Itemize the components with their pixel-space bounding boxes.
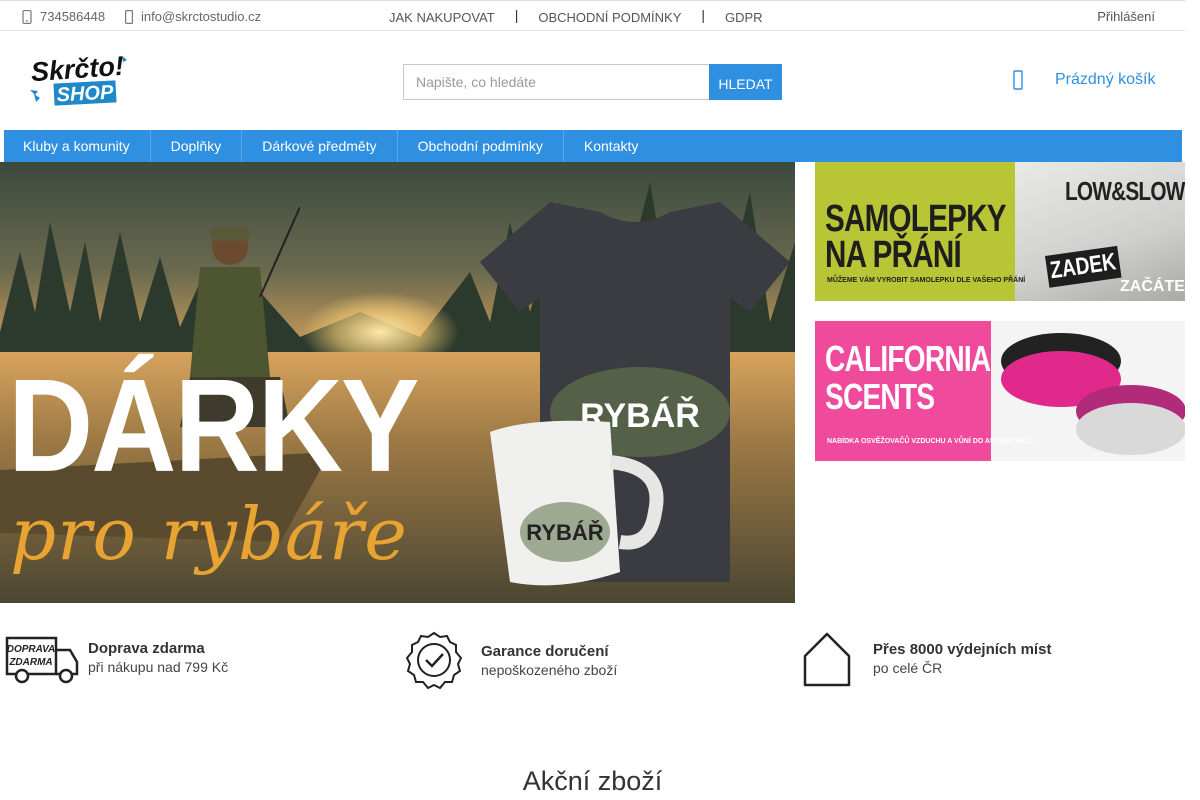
nav-item-gifts[interactable]: Dárkové předměty xyxy=(242,130,398,162)
feature-pickup-points: Přes 8000 výdejních míst po celé ČR xyxy=(799,630,1051,688)
email-icon xyxy=(125,9,133,24)
feature-subtitle: při nákupu nad 799 Kč xyxy=(88,659,229,675)
nav-item-accessories[interactable]: Doplňky xyxy=(151,130,243,162)
feature-title: Garance doručení xyxy=(481,643,609,660)
top-link-how-to-buy[interactable]: JAK NAKUPOVAT xyxy=(389,10,495,25)
cart-label: Prázdný košík xyxy=(1055,71,1156,88)
feature-subtitle: nepoškozeného zboží xyxy=(481,662,618,678)
page: 734586448 info@skrctostudio.cz JAK NAKUP… xyxy=(0,0,1185,800)
email-contact[interactable]: info@skrctostudio.cz xyxy=(125,9,261,24)
banner-note: NABÍDKA OSVĚŽOVAČŮ VZDUCHU A VŮNÍ DO AUT… xyxy=(827,438,1035,445)
top-bar: 734586448 info@skrctostudio.cz JAK NAKUP… xyxy=(0,0,1185,31)
cart-icon xyxy=(1013,70,1023,90)
mug-text: RYBÁŘ xyxy=(526,520,604,545)
banner-note: MŮŽEME VÁM VYROBIT SAMOLEPKU DLE VAŠEHO … xyxy=(827,277,1026,284)
search-bar: HLEDAT xyxy=(403,64,782,100)
hero-banner[interactable]: RYBÁŘ RYBÁŘ DÁRKY pro rybáře xyxy=(0,162,795,603)
truck-icon: DOPRAVA ZDARMA xyxy=(5,636,79,684)
separator: | xyxy=(701,7,706,23)
nav-item-terms[interactable]: Obchodní podmínky xyxy=(398,130,564,162)
feature-free-shipping: DOPRAVA ZDARMA Doprava zdarma při nákupu… xyxy=(4,630,228,686)
hero-headline: DÁRKY xyxy=(8,352,420,500)
logo-image: Skrčto! SHOP xyxy=(30,51,127,106)
top-link-terms[interactable]: OBCHODNÍ PODMÍNKY xyxy=(538,10,681,25)
truck-text-1: DOPRAVA xyxy=(7,644,56,655)
section-title-sale-items: Akční zboží xyxy=(522,766,663,796)
badge-check-icon xyxy=(405,631,463,690)
truck-text-2: ZDARMA xyxy=(8,657,52,668)
search-input[interactable] xyxy=(403,64,709,100)
banner-title-line1: SAMOLEPKY xyxy=(825,198,1007,240)
main-nav: Kluby a komunity Doplňky Dárkové předmět… xyxy=(4,130,1182,162)
login-link[interactable]: Přihlášení xyxy=(1097,9,1155,24)
banner-photo-text: LOW&SLOW xyxy=(1065,176,1185,206)
hero-subline: pro rybáře xyxy=(10,492,408,576)
home-icon xyxy=(803,632,851,687)
separator: | xyxy=(514,7,519,23)
email-address: info@skrctostudio.cz xyxy=(141,9,262,24)
nav-item-contacts[interactable]: Kontakty xyxy=(564,130,658,162)
search-button[interactable]: HLEDAT xyxy=(709,64,782,100)
feature-delivery-guarantee: Garance doručení nepoškozeného zboží xyxy=(403,630,617,692)
banner-title-line2: SCENTS xyxy=(825,376,935,417)
feature-subtitle: po celé ČR xyxy=(873,660,943,676)
nav-item-clubs[interactable]: Kluby a komunity xyxy=(4,130,151,162)
banner-photo-corner-text: ZAČÁTEČ xyxy=(1120,278,1185,295)
phone-number: 734586448 xyxy=(40,9,106,24)
mug-product-image: RYBÁŘ xyxy=(490,420,664,586)
logo-text-bottom: SHOP xyxy=(56,81,114,106)
phone-icon xyxy=(22,9,32,24)
stickers-banner[interactable]: SAMOLEPKY NA PŘÁNÍ MŮŽEME VÁM VYROBIT SA… xyxy=(815,162,1185,301)
top-link-gdpr[interactable]: GDPR xyxy=(725,10,763,25)
california-scents-banner[interactable]: CALIFORNIA SCENTS NABÍDKA OSVĚŽOVAČŮ VZD… xyxy=(815,321,1185,461)
feature-title: Přes 8000 výdejních míst xyxy=(873,641,1052,658)
feature-title: Doprava zdarma xyxy=(88,640,205,657)
logo[interactable]: Skrčto! SHOP xyxy=(26,50,130,110)
cart[interactable]: Prázdný košík xyxy=(1013,70,1155,90)
top-nav: JAK NAKUPOVAT | OBCHODNÍ PODMÍNKY | GDPR xyxy=(389,7,763,25)
banner-title-line2: NA PŘÁNÍ xyxy=(825,234,962,276)
banner-title-line1: CALIFORNIA xyxy=(825,338,991,379)
phone-contact[interactable]: 734586448 xyxy=(22,9,105,24)
